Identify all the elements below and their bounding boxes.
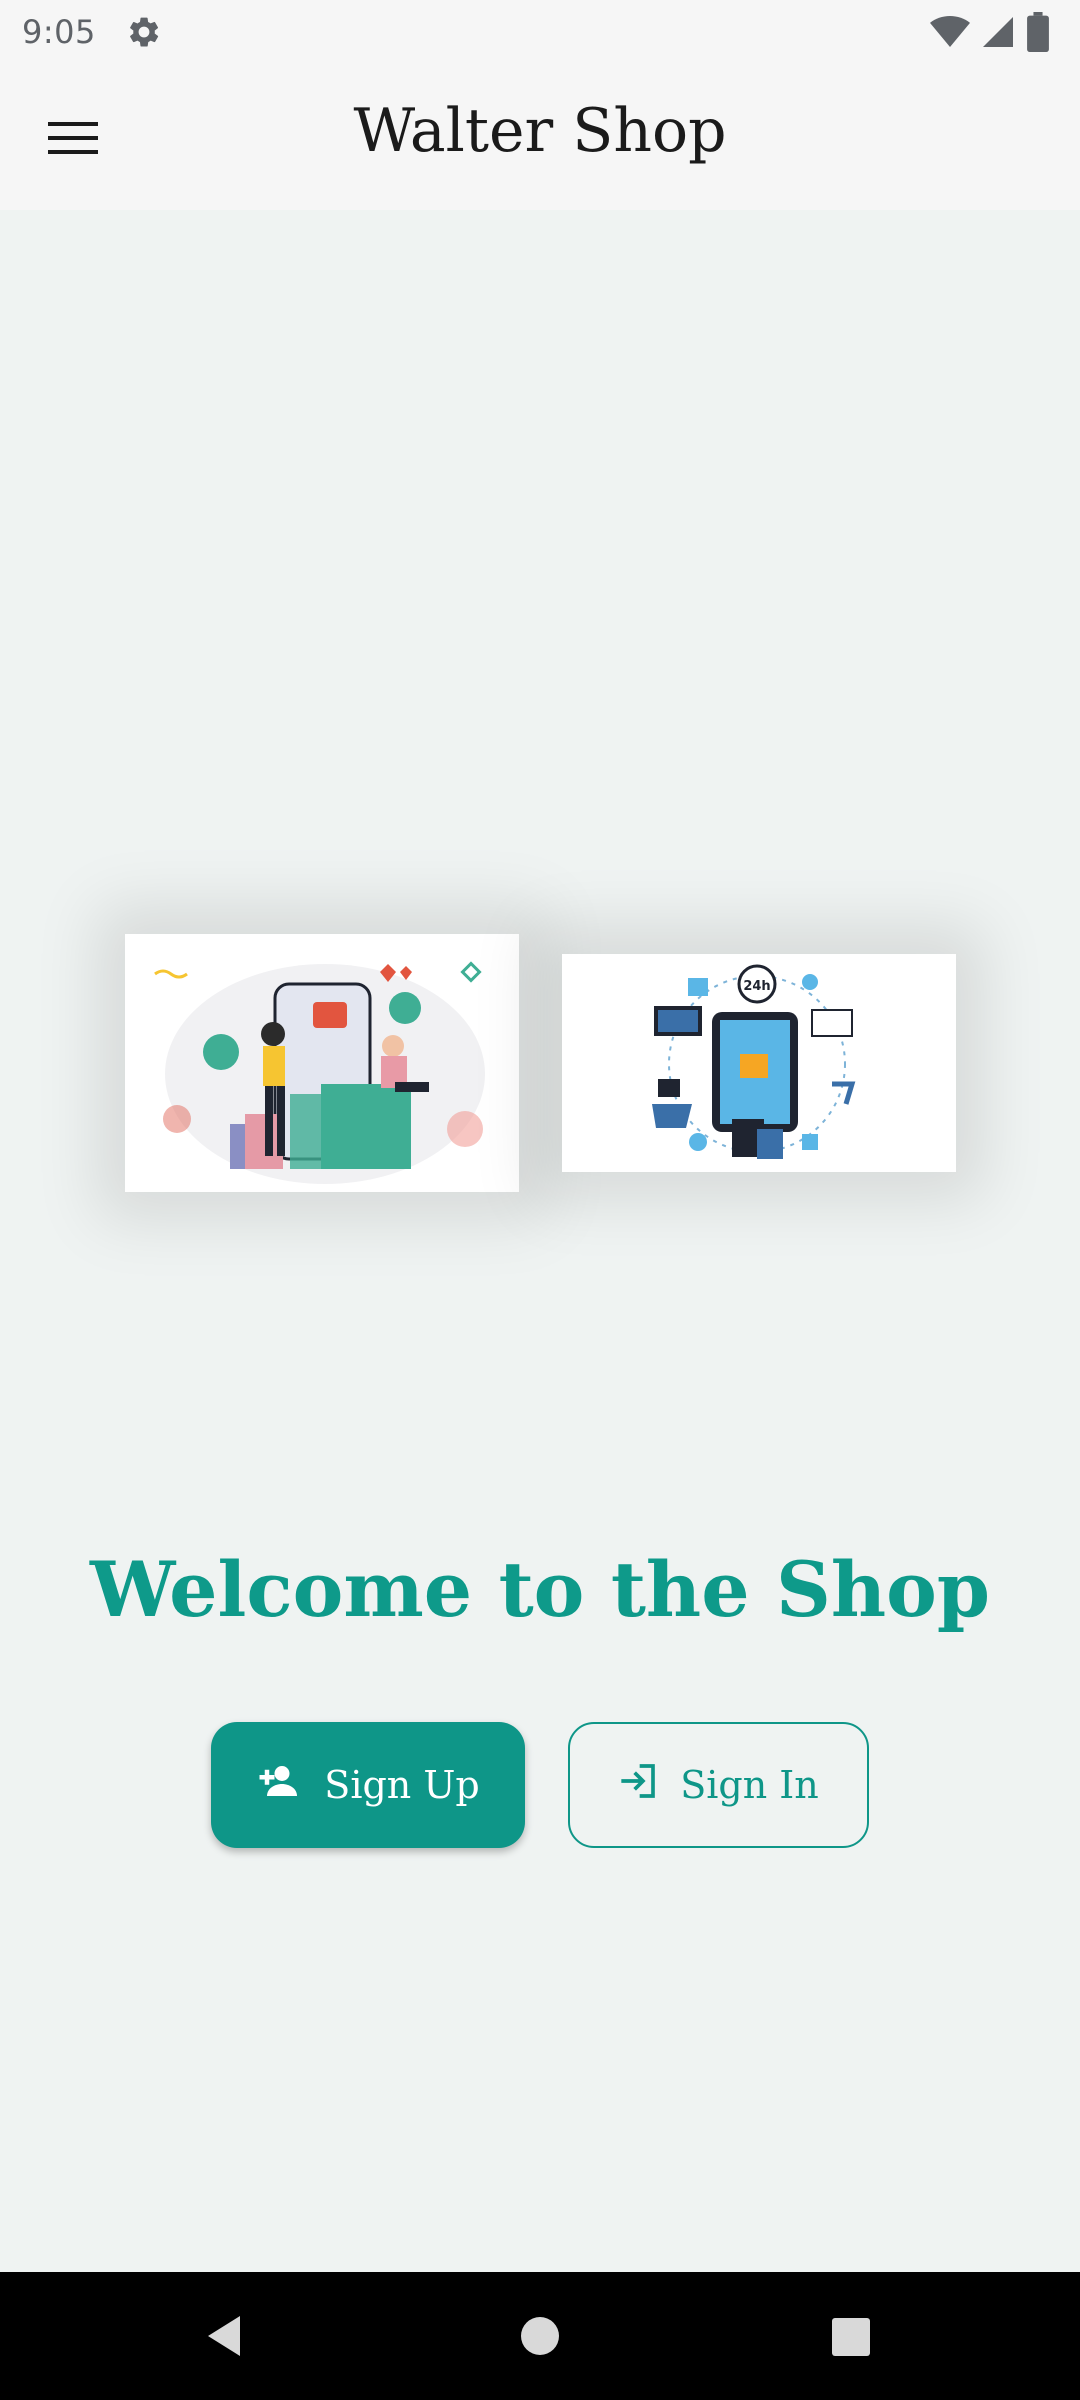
app-title: Walter Shop bbox=[353, 96, 727, 166]
app-bar: Walter Shop bbox=[0, 64, 1080, 210]
online-shopping-image bbox=[154, 961, 485, 1184]
system-nav-bar bbox=[0, 2272, 1080, 2400]
sign-in-label: Sign In bbox=[680, 1763, 819, 1807]
welcome-heading: Welcome to the Shop bbox=[90, 1545, 990, 1634]
sign-up-button[interactable]: Sign Up bbox=[211, 1722, 525, 1848]
wifi-icon bbox=[930, 12, 970, 56]
login-icon bbox=[618, 1761, 658, 1810]
status-time: 9:05 bbox=[22, 13, 96, 51]
main-content: 24h Welcome to the Shop Sign Up Sign In bbox=[0, 210, 1080, 2272]
sign-up-label: Sign Up bbox=[324, 1763, 480, 1807]
recents-icon[interactable] bbox=[820, 2306, 880, 2366]
gear-icon bbox=[126, 14, 162, 50]
shopping-illustration-2: 24h bbox=[562, 954, 956, 1172]
status-bar: 9:05 bbox=[0, 0, 1080, 64]
person-add-icon bbox=[256, 1763, 302, 1808]
ecommerce-24h-image: 24h bbox=[652, 964, 856, 1159]
signal-icon bbox=[980, 14, 1016, 54]
status-icons bbox=[930, 12, 1050, 56]
battery-icon bbox=[1026, 12, 1050, 56]
shopping-illustration-1 bbox=[125, 934, 519, 1192]
home-icon[interactable] bbox=[510, 2306, 570, 2366]
svg-text:24h: 24h bbox=[743, 979, 770, 994]
back-icon[interactable] bbox=[196, 2306, 256, 2366]
sign-in-button[interactable]: Sign In bbox=[568, 1722, 869, 1848]
